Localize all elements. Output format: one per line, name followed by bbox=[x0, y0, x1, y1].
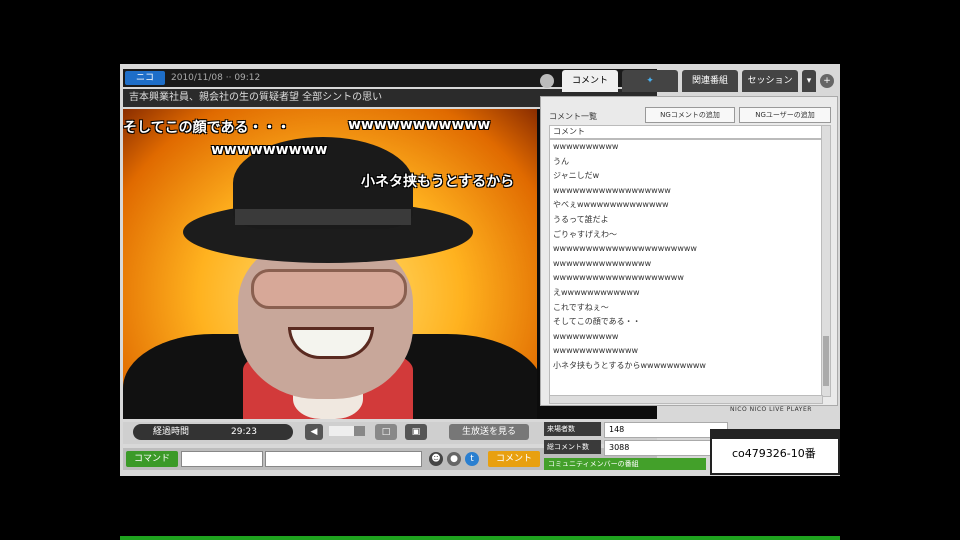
comment-row[interactable]: うん bbox=[550, 155, 822, 170]
comment-row[interactable]: やべぇwwwwwwwwwwwwww bbox=[550, 198, 822, 213]
chevron-down-icon: ▾ bbox=[806, 76, 812, 86]
danmaku-comment: wwwwwwwww bbox=[211, 142, 328, 158]
panel-toggle-icon[interactable] bbox=[540, 74, 554, 88]
elapsed-time-display: 経過時間 29:23 bbox=[133, 424, 293, 440]
comment-row[interactable]: wwwwwwwwwwwwwwwwww bbox=[550, 184, 822, 199]
tab-twitter[interactable]: ✦ bbox=[622, 70, 678, 92]
tab-related-programs[interactable]: 関連番組 bbox=[682, 70, 738, 92]
player-frame: ニコ 2010/11/08 ·· 09:12 吉本興業社員、親会社の生の質疑者望… bbox=[120, 64, 840, 476]
comment-row[interactable]: wwwwwwwwwwwwwww bbox=[550, 257, 822, 272]
comment-hscrollbar[interactable] bbox=[549, 395, 823, 404]
comment-list-header[interactable]: コメント bbox=[549, 125, 822, 139]
comment-count-label: 総コメント数 bbox=[544, 440, 601, 454]
comment-scrollbar[interactable] bbox=[821, 125, 831, 397]
ng-user-button[interactable]: NGユーザーの追加 bbox=[739, 107, 831, 123]
scroll-thumb[interactable] bbox=[823, 336, 829, 386]
community-member-bar[interactable]: コミュニティメンバーの番組 bbox=[544, 458, 706, 470]
command-input[interactable] bbox=[181, 451, 263, 467]
screen-size-icon[interactable]: □ bbox=[375, 424, 397, 440]
comment-row[interactable]: wwwwwwwwwwwww bbox=[550, 344, 822, 359]
video-figure-hat-band bbox=[235, 209, 411, 225]
comment-input[interactable] bbox=[265, 451, 422, 467]
elapsed-value: 29:23 bbox=[231, 427, 257, 437]
video-player[interactable]: そしてこの顔である・・・ wwwwwwwwwww wwwwwwwww 小ネタ挟もうとす… bbox=[123, 109, 537, 419]
watch-live-button[interactable]: 生放送を見る bbox=[449, 424, 529, 440]
viewers-label: 来場者数 bbox=[544, 422, 601, 436]
player-label: NICO NICO LIVE PLAYER bbox=[730, 406, 812, 413]
comment-panel: コメント一覧 NGコメントの追加 NGユーザーの追加 コメント wwwwwwww… bbox=[540, 96, 838, 406]
monitor-icon[interactable]: ▣ bbox=[405, 424, 427, 440]
twitter-icon[interactable]: t bbox=[465, 452, 479, 466]
video-figure-face bbox=[238, 239, 413, 399]
comment-row[interactable]: wwwwwwwwwwwwwwwwwwww bbox=[550, 271, 822, 286]
comment-row[interactable]: 小ネタ挟もうとするからwwwwwwwwww bbox=[550, 359, 822, 374]
community-id: co479326-10番 bbox=[732, 447, 816, 460]
broadcast-date: 2010/11/08 ·· 09:12 bbox=[171, 73, 261, 83]
comment-list[interactable]: wwwwwwwwww うん ジャニしだw wwwwwwwwwwwwwwwwww やべぇw… bbox=[549, 139, 823, 397]
panel-tabs: コメント ✦ 関連番組 セッション ▾ + bbox=[540, 70, 838, 92]
community-id-header bbox=[712, 431, 838, 439]
comment-row[interactable]: wwwwwwwwww bbox=[550, 330, 822, 345]
comment-row[interactable]: ごりゃすげえわ～ bbox=[550, 228, 822, 243]
danmaku-comment: そしてこの顔である・・・ bbox=[123, 120, 291, 136]
comment-row[interactable]: うるって誰だよ bbox=[550, 213, 822, 228]
danmaku-comment: 小ネタ挟もうとするから bbox=[361, 174, 515, 190]
broadcast-title: 吉本興業社員、親会社の生の質疑者望 全部シントの思い bbox=[129, 92, 383, 103]
tab-comment[interactable]: コメント bbox=[562, 70, 618, 92]
add-icon[interactable]: + bbox=[820, 74, 834, 88]
video-figure-glasses bbox=[251, 269, 407, 309]
comment-row[interactable]: えwwwwwwwwwwww bbox=[550, 286, 822, 301]
command-button[interactable]: コマンド bbox=[126, 451, 178, 467]
comment-submit-button[interactable]: コメント bbox=[488, 451, 540, 467]
comment-row[interactable]: これですねぇ～ bbox=[550, 301, 822, 316]
volume-slider[interactable] bbox=[329, 426, 365, 436]
tab-menu-dropdown[interactable]: ▾ bbox=[802, 70, 816, 92]
comment-row[interactable]: そしてこの顔である・・ bbox=[550, 315, 822, 330]
bottom-green-strip bbox=[120, 536, 840, 540]
settings-dot-icon[interactable]: ● bbox=[447, 452, 461, 466]
channel-badge[interactable]: ニコ bbox=[125, 71, 165, 85]
comment-row[interactable]: ジャニしだw bbox=[550, 169, 822, 184]
emoticon-icon[interactable]: ☻ bbox=[429, 452, 443, 466]
ng-comment-button[interactable]: NGコメントの追加 bbox=[645, 107, 735, 123]
danmaku-comment: wwwwwwwwwww bbox=[348, 117, 491, 133]
tab-session[interactable]: セッション bbox=[742, 70, 798, 92]
comment-row[interactable]: wwwwwwwwwwwwwwwwwwwwww bbox=[550, 242, 822, 257]
comment-row[interactable]: wwwwwwwwww bbox=[550, 140, 822, 155]
speaker-icon[interactable]: ◀ bbox=[305, 424, 323, 440]
community-id-box[interactable]: co479326-10番 bbox=[710, 429, 840, 475]
comment-list-title: コメント一覧 bbox=[549, 112, 597, 121]
twitter-bird-icon: ✦ bbox=[646, 76, 654, 86]
elapsed-label: 経過時間 bbox=[153, 427, 190, 437]
